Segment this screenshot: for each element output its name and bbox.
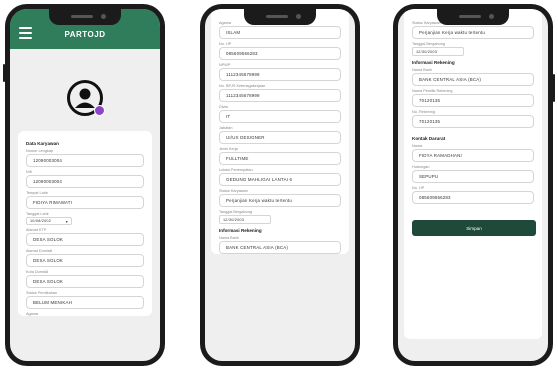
employee-status-field[interactable]: Perjanjian Kerja waktu tertentu <box>219 194 341 207</box>
division-field[interactable]: IT <box>219 110 341 123</box>
field-label: Jenis Kerja <box>219 147 238 151</box>
domicile-city-field[interactable]: DESA SOLOK <box>26 275 144 288</box>
join-date-field[interactable]: 12/30/2003 <box>412 47 464 56</box>
phone-frame-3: Status Karyawan Perjanjian Kerja waktu t… <box>393 4 555 366</box>
field-label: NIK <box>26 170 33 174</box>
bpjs-field[interactable]: 1112345678999 <box>219 89 341 102</box>
placement-field[interactable]: GEDUNG MAHLIGAI LANTAI 6 <box>219 173 341 186</box>
side-button <box>553 74 555 102</box>
phone-frame-1: PARTOJD Data Karyawan Nomor Lengkap 1209… <box>3 4 165 366</box>
birthdate-dropdown[interactable]: 10/08/2002 ▾ <box>26 217 72 225</box>
field-label: Tanggal Bergabung <box>412 42 445 46</box>
field-label: Lokasi Penempatan <box>219 168 253 172</box>
edit-badge-icon[interactable] <box>94 105 105 116</box>
notch <box>437 9 509 25</box>
field-label: Nama <box>412 144 423 148</box>
section-title: Informasi Rekening <box>412 60 455 65</box>
account-owner-field[interactable]: 70120135 <box>412 94 534 107</box>
emergency-name-field[interactable]: FIDYA RAMADHANI <box>412 149 534 162</box>
join-date-field[interactable]: 12/30/2003 <box>219 215 271 224</box>
position-field[interactable]: UI/UX DESIGNER <box>219 131 341 144</box>
screen-2: Agama ISLAM No. HP 085609556283 NPWP 111… <box>205 9 355 361</box>
field-label: Hubungan <box>412 165 430 169</box>
npwp-field[interactable]: 1112345678999 <box>219 68 341 81</box>
field-label: Tempat Lahir <box>26 191 48 195</box>
birthdate-value: 10/08/2002 <box>30 219 52 223</box>
bank-name-field[interactable]: BANK CENTRAL ASIA (BCA) <box>219 241 341 254</box>
field-label: Status Pernikahan <box>26 291 58 295</box>
religion-field[interactable]: ISLAM <box>219 26 341 39</box>
phone-field[interactable]: 085609556283 <box>219 47 341 60</box>
field-label: Status Karyawan <box>219 189 248 193</box>
field-label: Agama <box>26 312 39 316</box>
section-title: Data Karyawan <box>26 141 59 146</box>
side-button <box>3 64 5 82</box>
field-label: Nama Bank <box>219 236 239 240</box>
employee-status-field[interactable]: Perjanjian Kerja waktu tertentu <box>412 26 534 39</box>
caret-down-icon: ▾ <box>65 218 68 224</box>
section-title: Informasi Rekening <box>219 228 262 233</box>
employee-form-card: Data Karyawan Nomor Lengkap 12090003004 … <box>18 131 152 316</box>
profile-avatar[interactable] <box>66 79 105 117</box>
field-label: No. Rekening <box>412 110 436 114</box>
field-label: Nama Bank <box>412 68 432 72</box>
field-label: Divisi <box>219 105 229 109</box>
account-number-field[interactable]: 70120135 <box>412 115 534 128</box>
field-label: No. BPJS Ketenagakerjaan <box>219 84 266 88</box>
ktp-address-field[interactable]: DESA SOLOK <box>26 233 144 246</box>
save-button[interactable]: Simpan <box>412 220 536 236</box>
screen-1: PARTOJD Data Karyawan Nomor Lengkap 1209… <box>10 9 160 361</box>
field-label: Tanggal Bergabung <box>219 210 252 214</box>
phone-frame-2: Agama ISLAM No. HP 085609556283 NPWP 111… <box>200 4 360 366</box>
field-label: NPWP <box>219 63 231 67</box>
field-label: Kota Domisili <box>26 270 49 274</box>
field-label: No. HP <box>412 186 425 190</box>
notch <box>49 9 121 25</box>
nik-field[interactable]: 12090003004 <box>26 175 144 188</box>
notch <box>244 9 316 25</box>
button-row: Simpan <box>412 206 536 236</box>
section-title: Kontak Darurat <box>412 136 446 141</box>
emergency-phone-field[interactable]: 085609556283 <box>412 191 534 204</box>
field-label: Jabatan <box>219 126 233 130</box>
field-label: Alamat Domisili <box>26 249 53 253</box>
work-type-field[interactable]: FULLTIME <box>219 152 341 165</box>
birthplace-field[interactable]: FIDIYA RIMAWATI <box>26 196 144 209</box>
app-title: PARTOJD <box>64 30 106 39</box>
field-label: Nama Pemilik Rekening <box>412 89 453 93</box>
field-label: Nomor Lengkap <box>26 149 54 153</box>
employee-form-card: Status Karyawan Perjanjian Kerja waktu t… <box>404 9 542 339</box>
field-label: Alamat KTP <box>26 228 47 232</box>
full-name-field[interactable]: 12090003004 <box>26 154 144 167</box>
employee-form-card: Agama ISLAM No. HP 085609556283 NPWP 111… <box>211 9 349 254</box>
bank-name-field[interactable]: BANK CENTRAL ASIA (BCA) <box>412 73 534 86</box>
domicile-address-field[interactable]: DESA SOLOK <box>26 254 144 267</box>
field-label: No. HP <box>219 42 232 46</box>
marital-status-field[interactable]: BELUM MENIKAH <box>26 296 144 309</box>
screen-3: Status Karyawan Perjanjian Kerja waktu t… <box>398 9 548 361</box>
field-label: Tanggal Lahir <box>26 212 49 216</box>
relationship-field[interactable]: SEPUPU <box>412 170 534 183</box>
